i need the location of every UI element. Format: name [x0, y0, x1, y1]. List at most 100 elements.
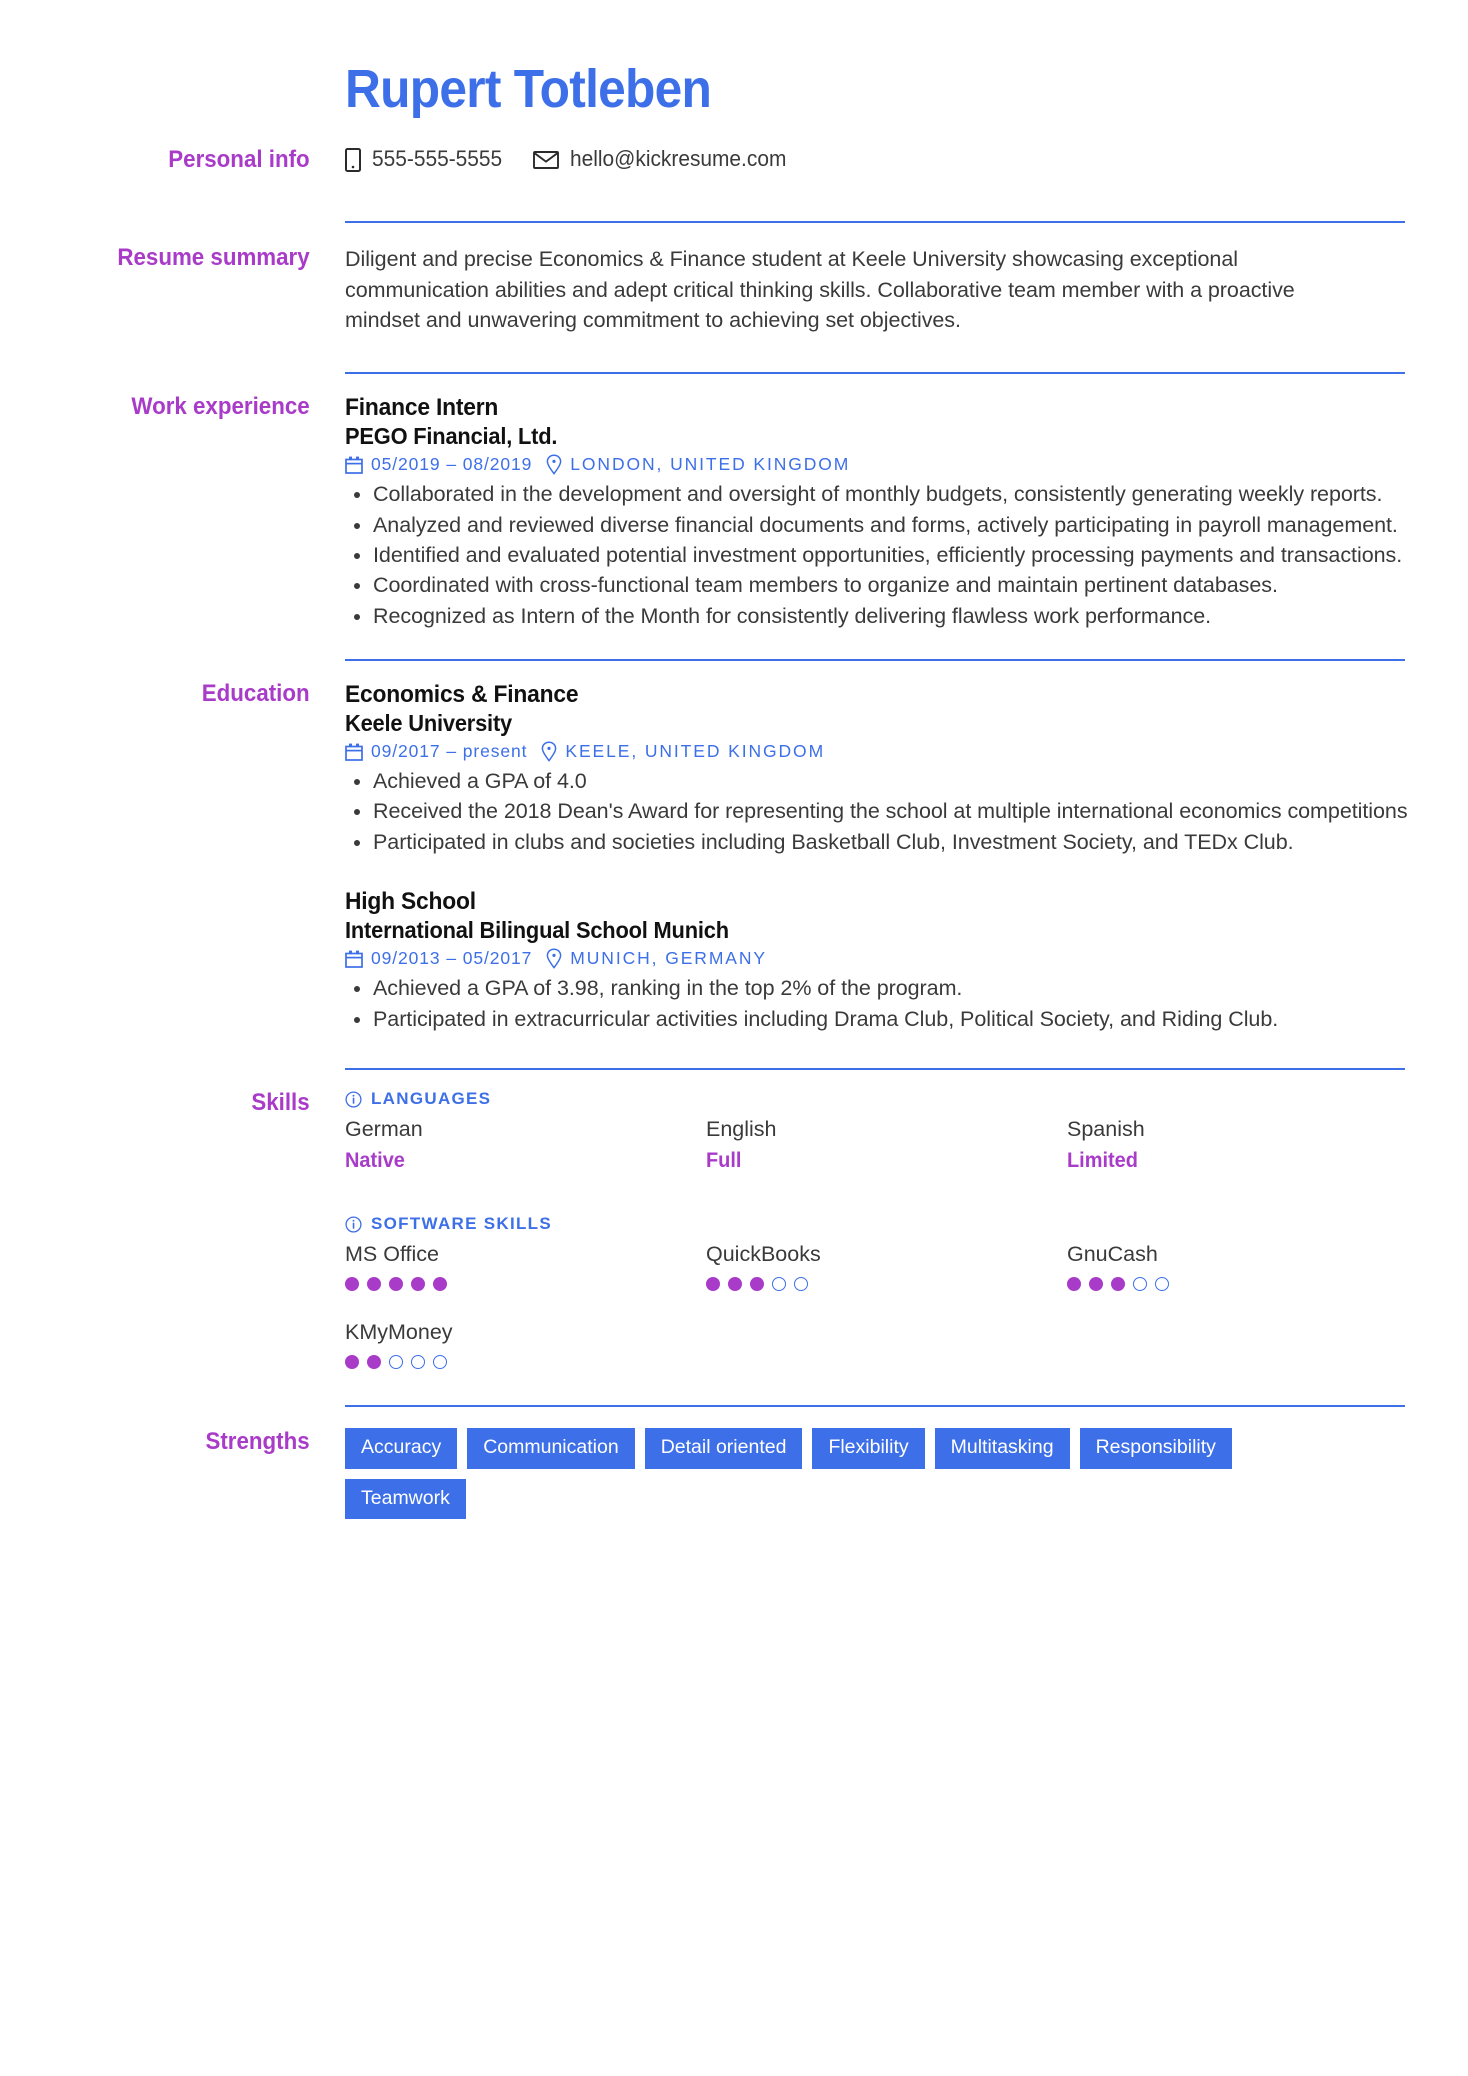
rating-dot-filled: [706, 1277, 720, 1292]
strength-tag[interactable]: Detail oriented: [644, 1428, 803, 1469]
work-entry-location: LONDON, UNITED KINGDOM: [570, 454, 851, 475]
education-entry-location: MUNICH, GERMANY: [570, 948, 767, 969]
candidate-name: Rupert Totleben: [345, 59, 712, 119]
skill-group-heading-text: SOFTWARE SKILLS: [371, 1214, 552, 1234]
rating-dot-filled: [1067, 1277, 1081, 1292]
contact-email[interactable]: hello@kickresume.com: [533, 146, 798, 172]
divider-work-experience: [345, 371, 1405, 374]
education-entry-date: 09/2013 – 05/2017: [371, 948, 533, 969]
language-name: German: [345, 1117, 423, 1141]
language-item: German Native: [345, 1116, 706, 1174]
software-skill-name: MS Office: [345, 1242, 439, 1267]
software-skill-item: GnuCash: [1067, 1241, 1428, 1292]
education-entry-date-group: 09/2017 – present: [345, 741, 527, 762]
list-item: Recognized as Intern of the Month for co…: [345, 601, 1428, 631]
rating-dot-empty: [1133, 1277, 1147, 1292]
work-entry-title: Finance Intern: [345, 393, 499, 421]
section-skills: Skills LANGUAGES German Native English F…: [40, 1088, 1428, 1370]
section-label-resume-summary: Resume summary: [117, 244, 310, 272]
strength-tag[interactable]: Accuracy: [345, 1428, 458, 1469]
software-skill-item: QuickBooks: [706, 1241, 1067, 1292]
rating-dot-filled: [389, 1277, 403, 1292]
section-work-experience: Work experience Finance Intern PEGO Fina…: [40, 392, 1428, 633]
list-item: Collaborated in the development and over…: [345, 479, 1428, 509]
list-item: Received the 2018 Dean's Award for repre…: [345, 796, 1428, 826]
divider-skills: [345, 1068, 1405, 1070]
software-skill-name: GnuCash: [1067, 1242, 1158, 1267]
calendar-icon: [345, 456, 363, 474]
section-label-education: Education: [201, 679, 310, 707]
skill-group-heading-text: LANGUAGES: [371, 1089, 492, 1108]
rating-dot-filled: [433, 1277, 447, 1292]
education-entry-title: Economics & Finance: [345, 680, 579, 708]
list-item: Participated in extracurricular activiti…: [345, 1004, 1428, 1034]
software-skill-name: KMyMoney: [345, 1320, 453, 1345]
education-entry-location-group: KEELE, UNITED KINGDOM: [541, 741, 825, 762]
work-entry-bullets: Collaborated in the development and over…: [345, 479, 1428, 631]
education-entry-bullets: Achieved a GPA of 3.98, ranking in the t…: [345, 973, 1428, 1034]
strength-tag[interactable]: Teamwork: [345, 1478, 466, 1519]
software-skill-name: QuickBooks: [706, 1242, 821, 1267]
language-item: English Full: [706, 1116, 1067, 1174]
languages-grid: German Native English Full Spanish Limit…: [345, 1116, 1428, 1174]
strength-tag[interactable]: Flexibility: [812, 1428, 925, 1469]
rating-dot-filled: [367, 1355, 381, 1370]
skill-group-heading-languages: LANGUAGES: [345, 1089, 1428, 1109]
envelope-icon: [533, 150, 559, 170]
list-item: Analyzed and reviewed diverse financial …: [345, 510, 1428, 540]
skill-group-languages: LANGUAGES German Native English Full Spa…: [345, 1089, 1428, 1174]
work-entry-meta: 05/2019 – 08/2019 LONDON, UNITED KINGDOM: [345, 454, 1428, 476]
skill-group-software: SOFTWARE SKILLS MS Office QuickBooks Gnu…: [345, 1214, 1428, 1370]
rating-dot-empty: [772, 1277, 786, 1292]
work-entry-date: 05/2019 – 08/2019: [371, 454, 533, 475]
education-entry-bullets: Achieved a GPA of 4.0 Received the 2018 …: [345, 766, 1428, 857]
education-entry-date-group: 09/2013 – 05/2017: [345, 948, 532, 969]
work-experience-body: Finance Intern PEGO Financial, Ltd. 05/2…: [345, 392, 1428, 633]
education-entry-date: 09/2017 – present: [371, 741, 528, 762]
software-skill-item: MS Office: [345, 1241, 706, 1292]
email-value: hello@kickresume.com: [570, 146, 787, 172]
rating-dot-filled: [1111, 1277, 1125, 1292]
section-label-personal-info: Personal info: [168, 146, 310, 174]
strength-tag[interactable]: Multitasking: [934, 1428, 1070, 1469]
work-entry-organization: PEGO Financial, Ltd.: [345, 423, 558, 450]
calendar-icon: [345, 743, 363, 761]
rating-dot-empty: [1155, 1277, 1169, 1292]
rating-dot-filled: [750, 1277, 764, 1292]
rating-dot-filled: [345, 1277, 359, 1292]
rating-dot-filled: [367, 1277, 381, 1292]
strength-tag[interactable]: Communication: [467, 1428, 635, 1469]
rating-dots: [345, 1355, 706, 1370]
section-label-strengths: Strengths: [205, 1428, 310, 1456]
skills-body: LANGUAGES German Native English Full Spa…: [345, 1088, 1428, 1370]
strengths-tag-list: Accuracy Communication Detail oriented F…: [345, 1428, 1285, 1519]
resume-header: Rupert Totleben: [40, 59, 1428, 119]
resume-page: Rupert Totleben Personal info 555-555-55…: [0, 0, 1468, 2076]
section-strengths: Strengths Accuracy Communication Detail …: [40, 1427, 1428, 1519]
section-education: Education Economics & Finance Keele Univ…: [40, 679, 1428, 1036]
header-gutter: [40, 60, 345, 119]
education-entry: Economics & Finance Keele University 09/…: [345, 680, 1428, 857]
section-label-work-experience: Work experience: [131, 392, 310, 420]
language-level: Limited: [1067, 1148, 1138, 1172]
education-entry-location: KEELE, UNITED KINGDOM: [565, 741, 826, 762]
education-entry: High School International Bilingual Scho…: [345, 887, 1428, 1034]
list-item: Achieved a GPA of 4.0: [345, 766, 1428, 796]
info-circle-icon: [345, 1216, 362, 1233]
resume-summary-body: Diligent and precise Economics & Finance…: [345, 243, 1428, 336]
strengths-body: Accuracy Communication Detail oriented F…: [345, 1427, 1428, 1519]
education-entry-meta: 09/2013 – 05/2017 MUNICH, GERMANY: [345, 948, 1428, 970]
software-skill-item: KMyMoney: [345, 1319, 706, 1370]
education-entry-organization: Keele University: [345, 710, 512, 737]
work-entry-location-group: LONDON, UNITED KINGDOM: [546, 454, 851, 476]
contact-phone[interactable]: 555-555-5555: [345, 146, 509, 172]
list-item: Identified and evaluated potential inves…: [345, 540, 1428, 570]
skill-group-heading-software: SOFTWARE SKILLS: [345, 1214, 1428, 1234]
strength-tag[interactable]: Responsibility: [1079, 1428, 1232, 1469]
education-body: Economics & Finance Keele University 09/…: [345, 679, 1428, 1036]
section-resume-summary: Resume summary Diligent and precise Econ…: [40, 243, 1428, 336]
rating-dot-empty: [411, 1355, 425, 1370]
map-pin-icon: [546, 454, 562, 476]
personal-info-body: 555-555-5555 hello@kickresume.com: [345, 145, 1428, 172]
list-item: Achieved a GPA of 3.98, ranking in the t…: [345, 973, 1428, 1003]
